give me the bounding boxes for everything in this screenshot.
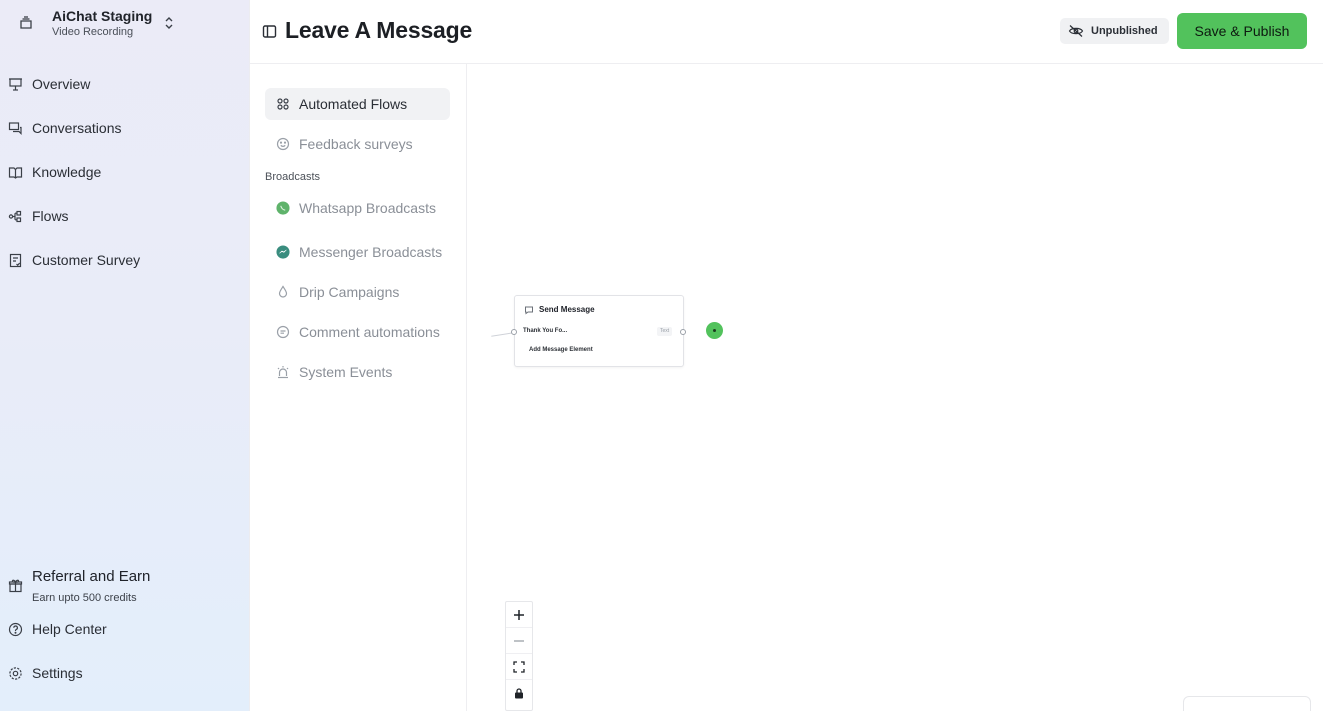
sidebar-item-label: Flows	[32, 208, 69, 224]
plus-icon	[514, 609, 524, 620]
zoom-in-button[interactable]	[506, 602, 532, 628]
survey-icon	[9, 253, 22, 267]
node-message-preview[interactable]: Thank You Fo...	[523, 328, 567, 334]
page-title: Leave A Message	[285, 17, 473, 43]
status-label: Unpublished	[1091, 25, 1158, 37]
whatsapp-icon	[276, 201, 290, 215]
tab-whatsapp-broadcasts[interactable]: Whatsapp Broadcasts	[265, 192, 450, 224]
workspace-name: AiChat Staging	[52, 8, 153, 24]
tab-system-events[interactable]: System Events	[265, 356, 450, 388]
fit-view-button[interactable]	[506, 654, 532, 680]
tab-automated-flows[interactable]: Automated Flows	[265, 88, 450, 120]
add-message-element-button[interactable]: Add Message Element	[529, 347, 593, 353]
node-input-handle[interactable]	[511, 329, 517, 335]
add-next-node-button[interactable]	[706, 322, 723, 339]
sub-item-label: Automated Flows	[299, 96, 408, 112]
sidebar-item-settings[interactable]: Settings	[0, 655, 249, 691]
sidebar-item-label: Settings	[32, 665, 83, 681]
lock-icon	[515, 688, 523, 699]
grid-icon	[277, 98, 289, 110]
sidebar-item-overview[interactable]: Overview	[0, 66, 249, 102]
messenger-icon	[276, 245, 290, 259]
sidebar-item-conversations[interactable]: Conversations	[0, 110, 249, 146]
node-output-handle[interactable]	[680, 329, 686, 335]
tab-messenger-broadcasts[interactable]: Messenger Broadcasts	[265, 236, 450, 268]
workspace-subtitle: Video Recording	[52, 26, 134, 38]
tab-feedback-surveys[interactable]: Feedback surveys	[265, 128, 450, 160]
minus-icon	[514, 639, 524, 642]
referral-title: Referral and Earn	[32, 568, 151, 585]
app-sidebar: AiChat Staging Video Recording Overview …	[0, 0, 249, 711]
help-circle-icon	[8, 622, 23, 636]
sub-item-label: Messenger Broadcasts	[299, 244, 443, 260]
publish-status-badge[interactable]: Unpublished	[1060, 18, 1169, 44]
sidebar-toggle-icon[interactable]	[262, 24, 277, 39]
sidebar-item-label: Knowledge	[32, 164, 102, 180]
broadcasts-heading: Broadcasts	[265, 171, 321, 183]
save-and-publish-button[interactable]: Save & Publish	[1177, 13, 1307, 49]
workspace-switcher[interactable]: AiChat Staging Video Recording	[0, 0, 249, 52]
chevron-updown-icon	[165, 17, 173, 29]
node-element-type-badge: Text	[657, 327, 673, 336]
stack-icon	[20, 16, 32, 29]
send-message-node[interactable]: Send Message Thank You Fo... Text Add Me…	[511, 295, 686, 367]
chat-bubbles-icon	[8, 121, 22, 135]
lock-view-button[interactable]	[506, 680, 532, 706]
sub-item-label: Comment automations	[299, 324, 440, 340]
node-title: Send Message	[539, 305, 595, 314]
sidebar-item-customer-survey[interactable]: Customer Survey	[0, 242, 249, 278]
sidebar-item-label: Overview	[32, 76, 91, 92]
gift-icon	[8, 579, 23, 593]
siren-icon	[277, 366, 289, 379]
referral-and-earn[interactable]: Referral and Earn Earn upto 500 credits	[0, 565, 249, 609]
main-area: Leave A Message Unpublished Save & Publi…	[249, 0, 1323, 711]
flow-category-nav: Automated Flows Feedback surveys Broadca…	[250, 64, 467, 711]
sidebar-item-help-center[interactable]: Help Center	[0, 611, 249, 647]
presentation-icon	[9, 77, 22, 91]
referral-subtitle: Earn upto 500 credits	[32, 592, 137, 604]
drop-icon	[278, 285, 288, 298]
gear-icon	[9, 666, 22, 680]
sub-item-label: Drip Campaigns	[299, 284, 400, 300]
sub-item-label: Feedback surveys	[299, 136, 413, 152]
sub-item-label: System Events	[299, 364, 393, 380]
minimap-toggle[interactable]	[1183, 696, 1311, 711]
sidebar-item-knowledge[interactable]: Knowledge	[0, 154, 249, 190]
sidebar-item-label: Help Center	[32, 621, 107, 637]
eye-off-icon	[1068, 25, 1084, 37]
top-bar: Leave A Message Unpublished Save & Publi…	[250, 0, 1323, 64]
book-open-icon	[8, 166, 23, 179]
flow-nodes-icon	[8, 210, 22, 222]
message-icon	[525, 306, 533, 315]
sidebar-item-label: Customer Survey	[32, 252, 141, 268]
zoom-out-button[interactable]	[506, 628, 532, 654]
tab-comment-automations[interactable]: Comment automations	[265, 316, 450, 348]
smiley-icon	[276, 137, 290, 151]
flow-canvas[interactable]: Send Message Thank You Fo... Text Add Me…	[467, 64, 1323, 711]
sub-item-label: Whatsapp Broadcasts	[299, 200, 436, 216]
sidebar-item-label: Conversations	[32, 120, 122, 136]
tab-drip-campaigns[interactable]: Drip Campaigns	[265, 276, 450, 308]
comment-icon	[276, 325, 290, 339]
fit-view-icon	[513, 660, 525, 673]
zoom-controls	[505, 601, 533, 711]
sidebar-item-flows[interactable]: Flows	[0, 198, 249, 234]
